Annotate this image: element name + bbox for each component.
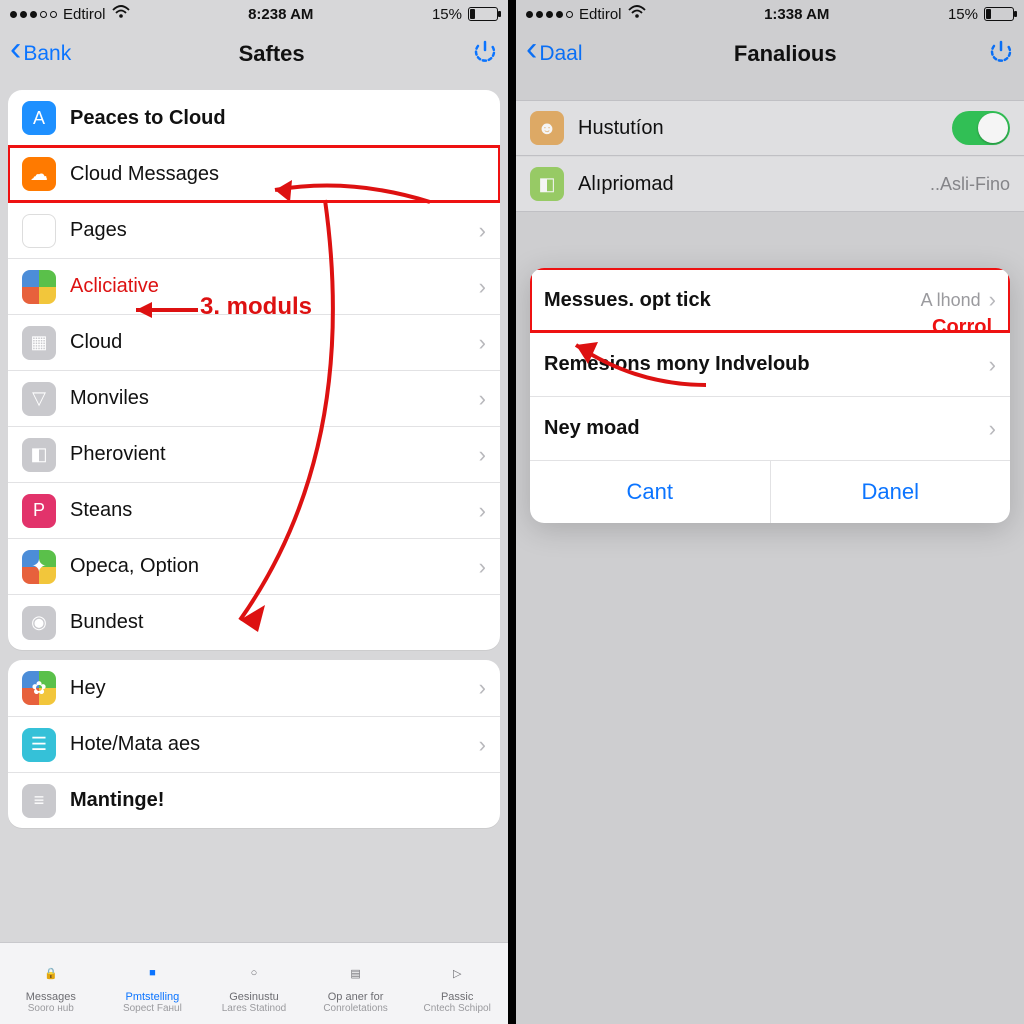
app-icon: ☰ (22, 728, 56, 762)
row-hote[interactable]: ☰ Hote/Mata aes › (8, 716, 500, 772)
sheet-button-bar: Cant Danel (530, 460, 1010, 523)
signal-dots-icon (10, 11, 57, 18)
power-icon (472, 39, 498, 65)
status-bar: Edtirol 8:238 AM 15% (0, 0, 508, 28)
row-label: Cloud Messages (70, 163, 486, 186)
back-label: Bank (23, 42, 71, 66)
tab-pmtstelling[interactable]: ■ PmtstellingSopect Fанul (102, 943, 204, 1024)
app-icon: P (22, 494, 56, 528)
wifi-icon (112, 5, 130, 23)
nav-bar: Bank Saftes (0, 28, 508, 80)
row-opeca[interactable]: ✦ Opeca, Option › (8, 538, 500, 594)
row-label: Bundest (70, 611, 486, 634)
chevron-right-icon: › (479, 330, 486, 356)
right-phone: Edtirol 1:338 AM 15% Daal Fanalious (512, 0, 1024, 1024)
row-cloud[interactable]: ▦ Cloud › (8, 314, 500, 370)
app-icon: ▽ (22, 382, 56, 416)
chevron-right-icon: › (989, 416, 996, 442)
app-icon (22, 270, 56, 304)
row-label: Pages (70, 219, 479, 242)
app-icon: ✿ (22, 671, 56, 705)
chevron-right-icon: › (479, 498, 486, 524)
chevron-right-icon: › (989, 287, 996, 313)
tab-icon: ▷ (442, 958, 472, 988)
tab-gesinustu[interactable]: ○ GesinustuLares Statinod (203, 943, 305, 1024)
sheet-cancel-button[interactable]: Cant (530, 461, 770, 523)
app-icon: ✦ (22, 550, 56, 584)
tab-icon: 🔒 (36, 958, 66, 988)
left-phone: Edtirol 8:238 AM 15% Bank Saftes (0, 0, 512, 1024)
sheet-row-remesions[interactable]: Remesions mony Indveloub › (530, 332, 1010, 396)
nav-action-button[interactable] (472, 39, 498, 70)
row-label: Steans (70, 499, 479, 522)
battery-icon (468, 7, 498, 21)
row-sub: A lhond (921, 290, 981, 311)
chevron-right-icon: › (479, 386, 486, 412)
row-label: Remesions mony Indveloub (544, 353, 989, 376)
chevron-right-icon: › (479, 218, 486, 244)
tab-label: GesinustuLares Statinod (222, 992, 287, 1014)
tab-passic[interactable]: ▷ PassicCntech Schipol (406, 943, 508, 1024)
tab-messages[interactable]: 🔒 MessagesSooro нub (0, 943, 102, 1024)
row-label: Monviles (70, 387, 479, 410)
row-label: Cloud (70, 331, 479, 354)
section-header-label: Peaces to Cloud (70, 107, 486, 130)
row-label: Ney moad (544, 417, 989, 440)
row-label: Pherovient (70, 443, 479, 466)
chevron-right-icon: › (479, 675, 486, 701)
row-hey[interactable]: ✿ Hey › (8, 660, 500, 716)
app-icon: ▦ (22, 326, 56, 360)
chevron-right-icon: › (479, 442, 486, 468)
row-label: Opeca, Option (70, 555, 479, 578)
sheet-row-messues[interactable]: Messues. opt tick A lhond › (530, 268, 1010, 332)
row-label: Messues. opt tick (544, 289, 921, 312)
app-icon: ◉ (22, 606, 56, 640)
tab-label: PassicCntech Schipol (424, 992, 491, 1014)
row-monviles[interactable]: ▽ Monviles › (8, 370, 500, 426)
app-icon: 5 (22, 214, 56, 248)
row-acliciative[interactable]: Acliciative › (8, 258, 500, 314)
chevron-right-icon: › (479, 274, 486, 300)
chevron-right-icon: › (479, 732, 486, 758)
action-sheet: Messues. opt tick A lhond › Remesions mo… (530, 268, 1010, 523)
settings-list: A Peaces to Cloud ☁︎ Cloud Messages 5 Pa… (8, 90, 500, 650)
chevron-right-icon: › (479, 554, 486, 580)
settings-list-2: ✿ Hey › ☰ Hote/Mata aes › ≡ Mantinge! (8, 660, 500, 828)
row-pherovient[interactable]: ◧ Pherovient › (8, 426, 500, 482)
tab-bar: 🔒 MessagesSooro нub ■ PmtstellingSopect … (0, 942, 508, 1024)
tab-label: PmtstellingSopect Fанul (123, 992, 182, 1014)
chevron-left-icon (10, 42, 21, 66)
row-cloud-messages[interactable]: ☁︎ Cloud Messages (8, 146, 500, 202)
app-icon: ◧ (22, 438, 56, 472)
carrier-label: Edtirol (63, 6, 106, 23)
row-label: Hote/Mata aes (70, 733, 479, 756)
row-steans[interactable]: P Steans › (8, 482, 500, 538)
row-label: Hey (70, 677, 479, 700)
tab-icon: ▤ (341, 958, 371, 988)
row-bundest[interactable]: ◉ Bundest (8, 594, 500, 650)
app-icon: ≡ (22, 784, 56, 818)
clock-label: 8:238 AM (248, 6, 313, 23)
tab-label: MessagesSooro нub (26, 992, 76, 1014)
row-label: Mantinge! (70, 789, 486, 812)
tab-icon: ○ (239, 958, 269, 988)
tab-op[interactable]: ▤ Op aner forConroletations (305, 943, 407, 1024)
tab-icon: ■ (137, 958, 167, 988)
app-icon: ☁︎ (22, 157, 56, 191)
section-header: A Peaces to Cloud (8, 90, 500, 146)
back-button[interactable]: Bank (10, 42, 71, 66)
row-label: Acliciative (70, 275, 479, 298)
sheet-confirm-button[interactable]: Danel (770, 461, 1011, 523)
row-pages[interactable]: 5 Pages › (8, 202, 500, 258)
appstore-icon: A (22, 101, 56, 135)
tab-label: Op aner forConroletations (323, 992, 387, 1014)
battery-label: 15% (432, 6, 462, 23)
chevron-right-icon: › (989, 352, 996, 378)
page-title: Saftes (239, 41, 305, 67)
sheet-row-ney[interactable]: Ney moad › (530, 396, 1010, 460)
row-mantinge[interactable]: ≡ Mantinge! (8, 772, 500, 828)
